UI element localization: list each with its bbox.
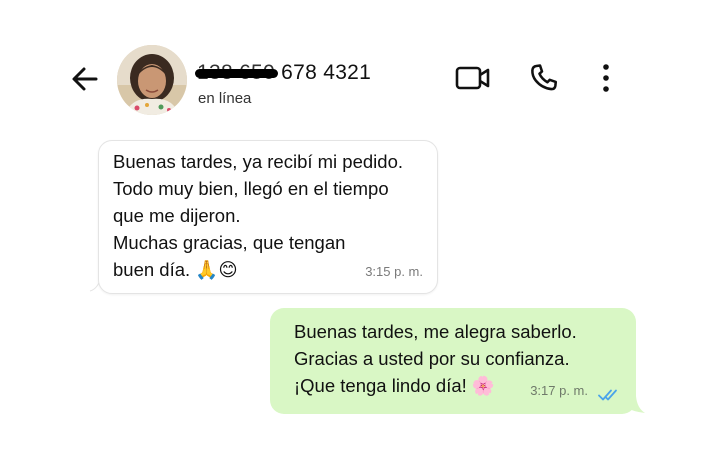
message-text: Buenas tardes, ya recibí mi pedido. Todo… xyxy=(113,151,403,280)
video-camera-icon xyxy=(455,66,490,90)
avatar-photo xyxy=(117,45,187,115)
redaction-scribble xyxy=(195,69,279,78)
contact-name[interactable]: 138 650 678 4321 xyxy=(195,61,372,85)
message-time: 3:15 p. m. xyxy=(365,264,423,279)
more-vertical-icon xyxy=(603,64,609,92)
online-status: en línea xyxy=(198,90,252,107)
back-button[interactable] xyxy=(68,62,102,96)
double-check-read-icon xyxy=(598,389,617,401)
outgoing-message[interactable]: Buenas tardes, me alegra saberlo. Gracia… xyxy=(270,308,636,414)
chat-header: 138 650 678 4321 en línea xyxy=(0,0,720,120)
redacted-number: 138 650 xyxy=(195,61,279,85)
arrow-left-icon xyxy=(72,67,98,91)
video-call-button[interactable] xyxy=(454,62,492,94)
phone-icon xyxy=(531,64,558,91)
contact-number-visible: 678 4321 xyxy=(281,61,372,84)
incoming-message[interactable]: Buenas tardes, ya recibí mi pedido. Todo… xyxy=(98,140,438,294)
more-options-button[interactable] xyxy=(594,60,618,96)
message-time: 3:17 p. m. xyxy=(530,383,588,398)
voice-call-button[interactable] xyxy=(527,61,561,95)
avatar[interactable] xyxy=(117,45,187,115)
